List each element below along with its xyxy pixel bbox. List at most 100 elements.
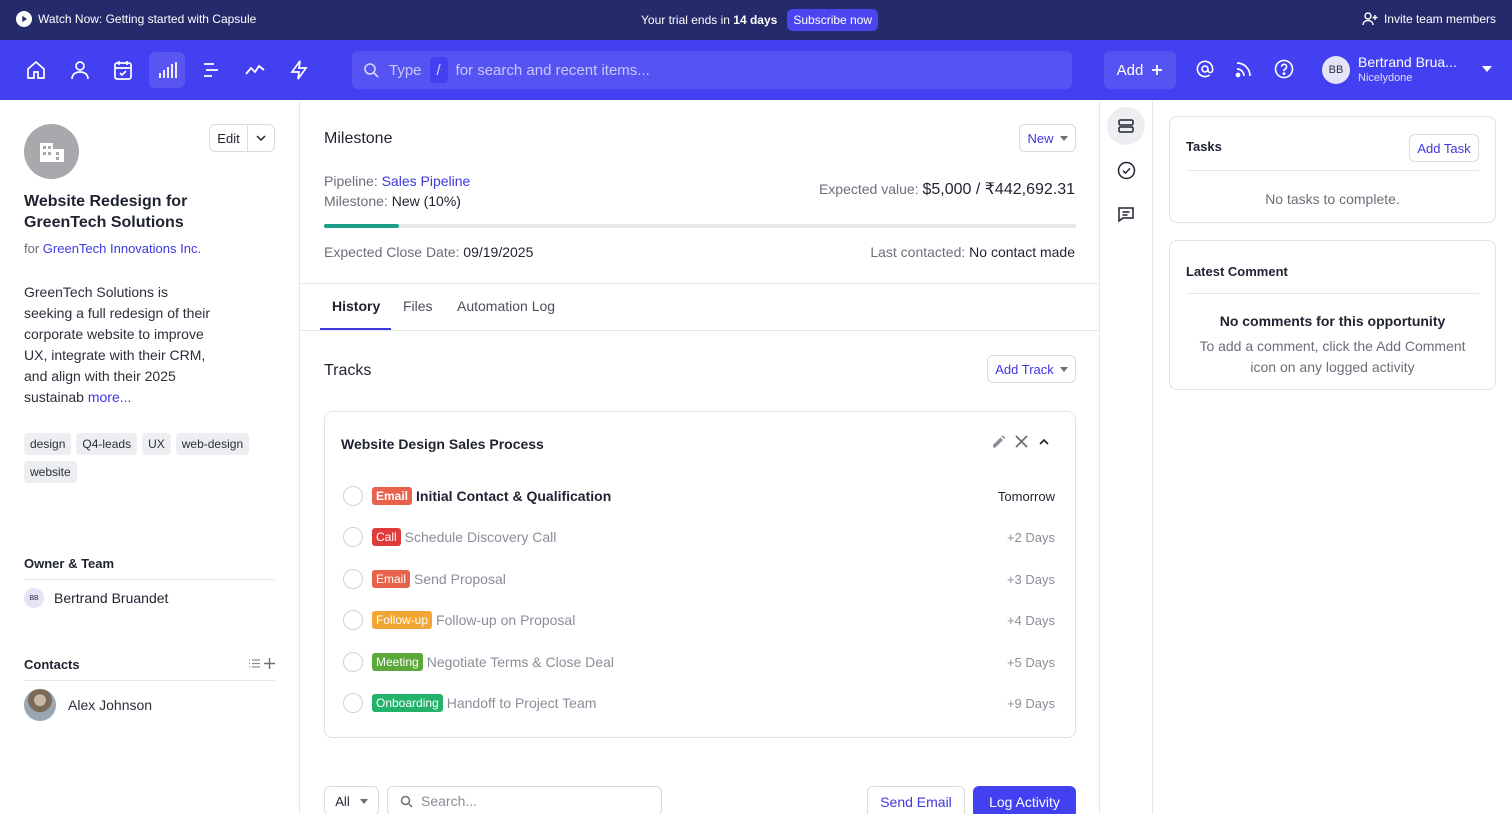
tag-item[interactable]: Q4-leads <box>76 433 138 455</box>
global-search[interactable]: Type / for search and recent items... <box>352 51 1072 89</box>
chevron-up-icon[interactable] <box>1037 435 1051 449</box>
plus-icon <box>1152 65 1163 75</box>
track-item[interactable]: Follow-up Follow-up on Proposal +4 Days <box>343 608 1055 632</box>
track-item[interactable]: Email Send Proposal +3 Days <box>343 567 1055 591</box>
active-tab-indicator <box>320 328 391 330</box>
track-item[interactable]: Email Initial Contact & Qualification To… <box>343 484 1055 508</box>
help-icon[interactable] <box>1274 59 1294 79</box>
tag-item[interactable]: web-design <box>175 433 250 455</box>
owner-avatar: BB <box>24 588 44 608</box>
list-icon[interactable] <box>248 657 261 670</box>
organization-logo <box>24 124 79 179</box>
trial-notice: Your trial ends in 14 days Subscribe now <box>641 8 879 32</box>
activity-search-input[interactable]: Search... <box>387 786 662 814</box>
opportunity-for: for GreenTech Innovations Inc. <box>24 241 201 256</box>
search-shortcut-key: / <box>429 57 448 83</box>
track-item-due: +5 Days <box>1006 654 1055 670</box>
owner-row[interactable]: BB Bertrand Bruandet <box>24 588 168 608</box>
send-email-button[interactable]: Send Email <box>867 786 965 814</box>
feed-icon[interactable] <box>1234 59 1254 79</box>
invite-team-button[interactable]: Invite team members <box>1362 11 1496 27</box>
close-date: Expected Close Date: 09/19/2025 <box>324 244 533 260</box>
track-checkbox[interactable] <box>343 569 363 589</box>
track-badge: Email <box>372 570 411 588</box>
progress-fill <box>324 224 400 228</box>
watch-now-link[interactable]: Watch Now: Getting started with Capsule <box>16 11 256 27</box>
user-org: Nicelydone <box>1358 72 1413 84</box>
user-menu[interactable]: BB Bertrand Brua... Nicelydone <box>1322 54 1492 86</box>
opportunity-title: Website Redesign for GreenTech Solutions <box>24 193 188 231</box>
chevron-down-icon <box>256 135 266 141</box>
plus-icon[interactable] <box>263 657 276 670</box>
organization-link[interactable]: GreenTech Innovations Inc. <box>43 241 201 256</box>
workflow-icon[interactable] <box>281 52 317 88</box>
track-item[interactable]: Call Schedule Discovery Call +2 Days <box>343 525 1055 549</box>
more-link[interactable]: more... <box>88 389 132 405</box>
tag-item[interactable]: UX <box>142 433 171 455</box>
reports-icon[interactable] <box>237 52 273 88</box>
track-checkbox[interactable] <box>343 693 363 713</box>
no-tasks-message: No tasks to complete. <box>1265 191 1400 207</box>
add-track-button[interactable]: Add Track <box>987 355 1076 383</box>
track-checkbox[interactable] <box>343 652 363 672</box>
description-text: GreenTech Solutions is seeking a full re… <box>24 284 210 405</box>
milestone-value: New (10%) <box>391 193 461 209</box>
contact-row[interactable]: Alex Johnson <box>24 689 152 721</box>
contact-avatar <box>24 689 56 721</box>
edit-button[interactable]: Edit <box>210 125 248 151</box>
comments-panel-button[interactable] <box>1107 195 1145 233</box>
expected-amount: $5,000 / ₹442,692.31 <box>922 181 1075 198</box>
home-icon[interactable] <box>18 52 54 88</box>
track-item[interactable]: Meeting Negotiate Terms & Close Deal +5 … <box>343 650 1055 674</box>
log-activity-button[interactable]: Log Activity <box>973 786 1076 814</box>
track-item-due: +4 Days <box>1006 612 1055 628</box>
tasks-title: Tasks <box>1186 139 1222 154</box>
tab-automation-log[interactable]: Automation Log <box>457 298 555 314</box>
mentions-icon[interactable] <box>1195 59 1215 79</box>
owner-team-title: Owner & Team <box>24 556 275 580</box>
summary-panel-button[interactable] <box>1107 107 1145 145</box>
add-task-button[interactable]: Add Task <box>1409 134 1479 162</box>
projects-icon[interactable] <box>193 52 229 88</box>
tag-item[interactable]: website <box>24 461 77 483</box>
calendar-icon[interactable] <box>105 52 141 88</box>
trial-prefix: Your trial ends in <box>641 13 730 27</box>
user-name: Bertrand Brua... <box>1358 54 1457 70</box>
watch-now-label: Watch Now: Getting started with Capsule <box>38 12 257 26</box>
tab-files[interactable]: Files <box>403 298 433 314</box>
track-item-due: +3 Days <box>1006 571 1055 587</box>
tag-item[interactable]: design <box>24 433 72 455</box>
track-checkbox[interactable] <box>343 610 363 630</box>
divider <box>1186 170 1479 171</box>
search-prefix: Type <box>389 61 422 79</box>
track-item[interactable]: Onboarding Handoff to Project Team +9 Da… <box>343 691 1055 715</box>
add-button[interactable]: Add <box>1104 51 1176 89</box>
for-prefix: for <box>24 241 40 256</box>
expected-value: Expected value: $5,000 / ₹442,692.31 <box>819 179 1075 199</box>
milestone-heading: Milestone <box>324 130 393 147</box>
tab-history[interactable]: History <box>332 298 380 314</box>
track-title: Website Design Sales Process <box>341 436 544 452</box>
edit-group: Edit <box>209 124 275 152</box>
track-item-name: Initial Contact & Qualification <box>416 488 612 504</box>
pipeline-icon[interactable] <box>149 52 185 88</box>
track-item-name: Send Proposal <box>414 571 506 587</box>
opportunity-summary: Edit Website Redesign for GreenTech Solu… <box>0 100 300 814</box>
close-icon[interactable] <box>1014 434 1029 449</box>
pipeline-link[interactable]: Sales Pipeline <box>382 173 471 189</box>
caret-down-icon <box>359 798 368 804</box>
tabs: History Files Automation Log <box>300 283 1100 331</box>
pencil-icon[interactable] <box>991 434 1006 449</box>
contacted-value: No contact made <box>969 244 1075 260</box>
track-checkbox[interactable] <box>343 486 363 506</box>
main-nav: Type / for search and recent items... Ad… <box>0 40 1512 100</box>
subscribe-button[interactable]: Subscribe now <box>787 9 879 31</box>
edit-menu-button[interactable] <box>248 125 274 151</box>
stage-label: New <box>1027 130 1054 146</box>
tasks-panel-button[interactable] <box>1107 151 1145 189</box>
track-card: Website Design Sales Process Email Initi… <box>324 411 1076 738</box>
track-checkbox[interactable] <box>343 527 363 547</box>
stage-dropdown[interactable]: New <box>1019 124 1076 152</box>
person-icon[interactable] <box>62 52 98 88</box>
activity-filter[interactable]: All <box>324 786 379 814</box>
